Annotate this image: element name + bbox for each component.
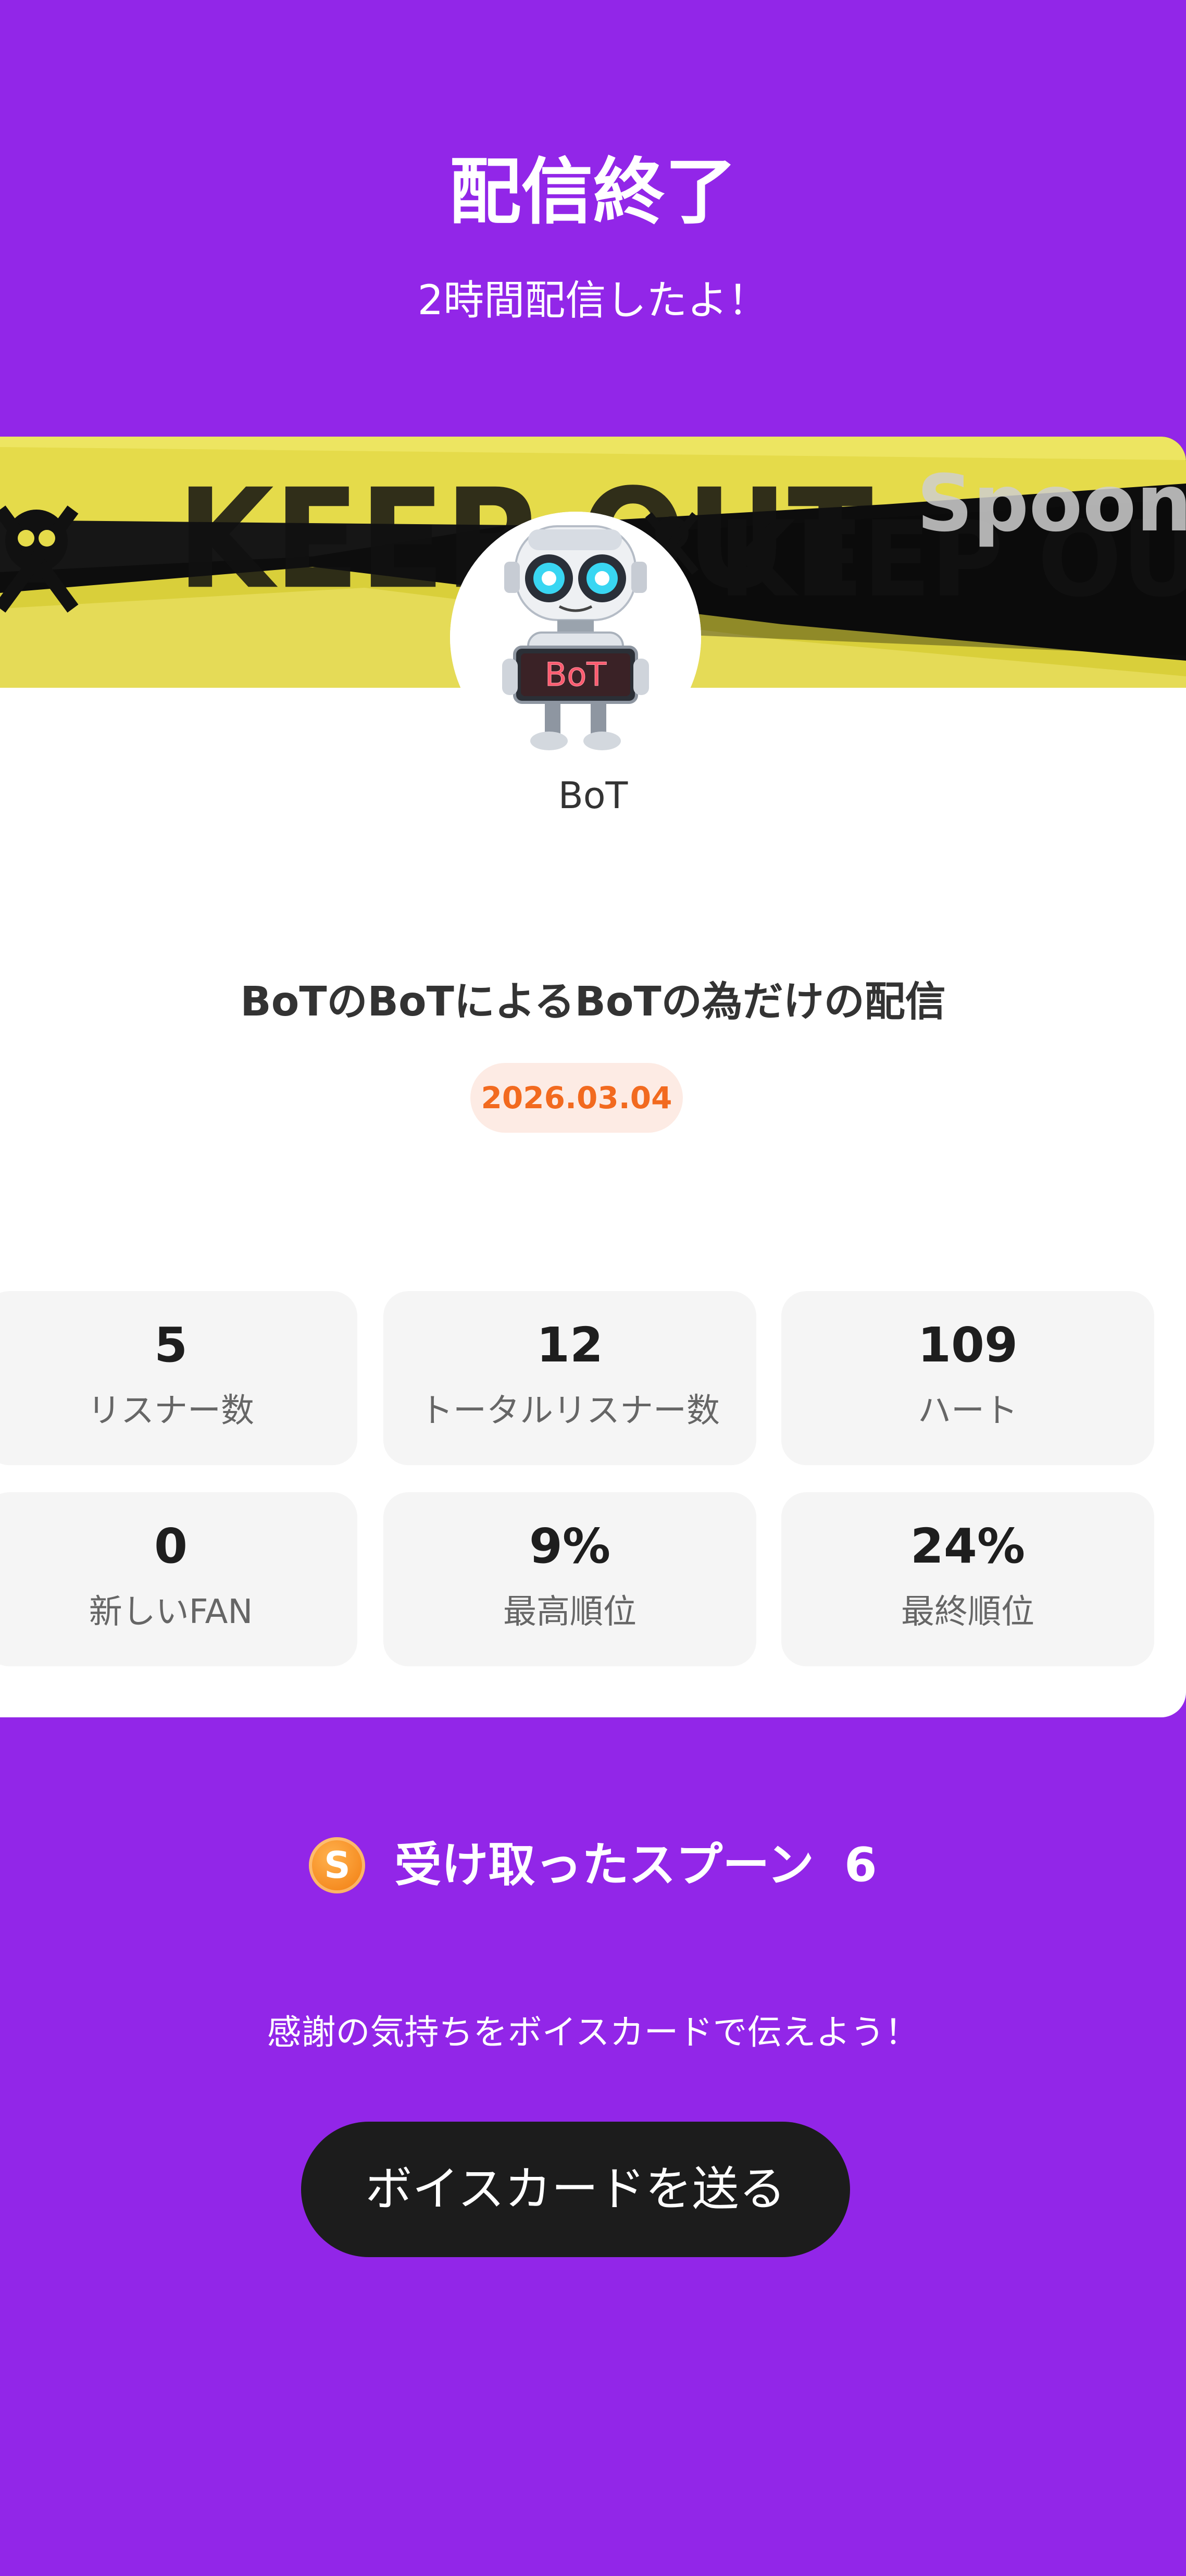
stat-hearts: 109 ハート (781, 1291, 1154, 1465)
avatar[interactable]: BoT (450, 512, 701, 763)
spoons-count: 6 (844, 1838, 877, 1892)
spoons-label: 受け取ったスプーン (394, 1838, 814, 1892)
robot-avatar-image: BoT (450, 512, 701, 763)
page-title: 配信終了 (449, 150, 737, 234)
stat-value: 12 (536, 1317, 604, 1373)
stat-best-rank: 9% 最高順位 (383, 1492, 756, 1666)
spoon-watermark: Spoon (917, 459, 1186, 549)
stat-new-fans: 0 新しいFAN (0, 1492, 357, 1666)
spoon-coin-icon: S (309, 1837, 366, 1893)
stat-label: 最終順位 (901, 1593, 1034, 1631)
broadcast-date-badge: 2026.03.04 (470, 1063, 683, 1133)
header: 配信終了 2時間配信したよ！ (0, 0, 1186, 437)
received-spoons: S 受け取ったスプーン 6 (0, 1834, 1186, 1897)
stat-listeners: 5 リスナー数 (0, 1291, 357, 1465)
page-subtitle: 2時間配信したよ！ (417, 277, 769, 324)
send-voice-card-button[interactable]: ボイスカードを送る (301, 2122, 850, 2257)
stat-label: 新しいFAN (89, 1593, 253, 1631)
stat-label: リスナー数 (88, 1392, 254, 1430)
robot-sign-text: BoT (545, 655, 607, 693)
stat-final-rank: 24% 最終順位 (781, 1492, 1154, 1666)
summary-card: KEEP OUT KEEP OUT Spoon (0, 437, 1186, 1717)
stat-value: 109 (917, 1317, 1018, 1373)
stat-value: 0 (154, 1518, 188, 1574)
stat-value: 24% (910, 1518, 1026, 1574)
stat-label: ハート (918, 1392, 1018, 1430)
stat-label: 最高順位 (503, 1593, 636, 1631)
thanks-message: 感謝の気持ちをボイスカードで伝えよう！ (267, 2012, 919, 2052)
stat-value: 5 (154, 1317, 188, 1373)
stat-value: 9% (529, 1518, 611, 1574)
stat-total-listeners: 12 トータルリスナー数 (383, 1291, 756, 1465)
username[interactable]: BoT (0, 777, 1186, 814)
stat-label: トータルリスナー数 (420, 1392, 720, 1430)
broadcast-title: BoTのBoTによるBoTの為だけの配信 (240, 979, 946, 1025)
